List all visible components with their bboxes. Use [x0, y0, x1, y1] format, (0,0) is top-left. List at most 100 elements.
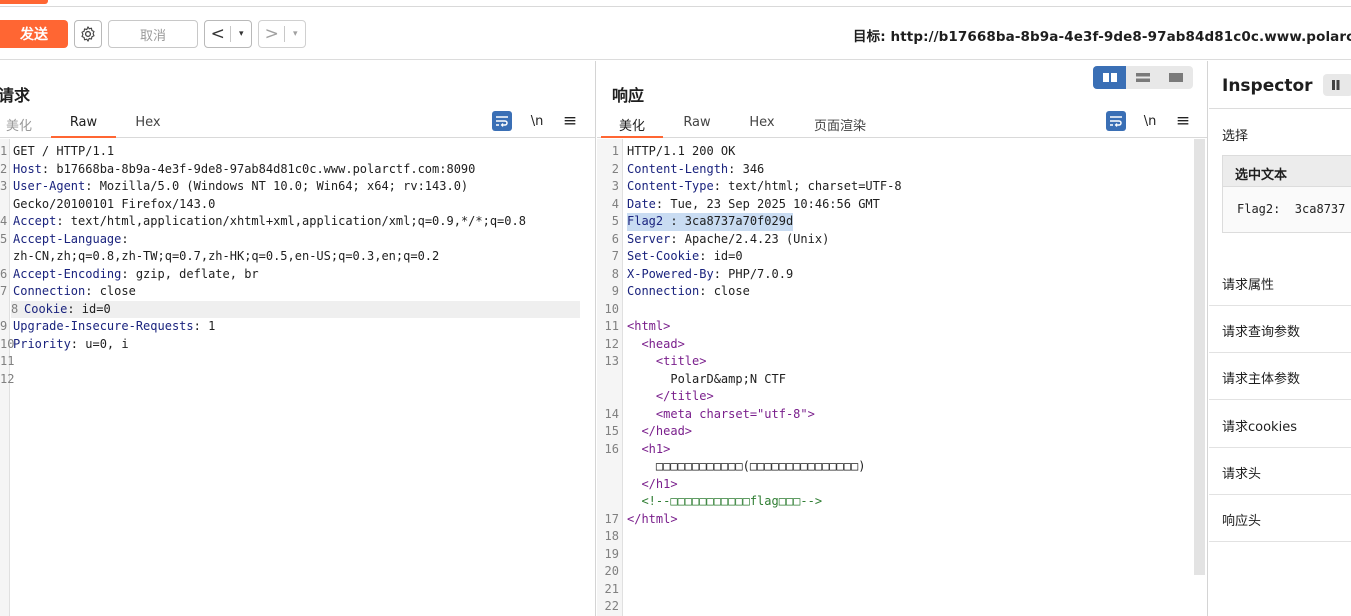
history-back-button[interactable]: < ▾ [204, 20, 252, 48]
code-line[interactable]: </h1> [597, 476, 1207, 494]
selected-text-box[interactable]: 选中文本 Flag2: 3ca8737 [1222, 155, 1351, 233]
header-value: : close [85, 284, 136, 298]
header-value: <head> [627, 336, 685, 351]
code-text: Host: b17668ba-8b9a-4e3f-9de8-97ab84d81c… [13, 161, 475, 179]
code-line[interactable]: □□□□□□□□□□□□(□□□□□□□□□□□□□□□) [597, 458, 1207, 476]
code-line[interactable]: 11 <html> [597, 318, 1207, 336]
code-line[interactable]: 3 Content-Type: text/html; charset=UTF-8 [597, 178, 1207, 196]
tab-raw[interactable]: Raw [675, 115, 719, 138]
header-name: Connection [13, 284, 86, 298]
show-newlines-button[interactable]: \n [527, 111, 547, 131]
split-view-button[interactable] [1093, 66, 1127, 89]
response-editor[interactable]: 1 HTTP/1.1 200 OK 2 Content-Length: 346 3 Con… [597, 139, 1207, 616]
inspector-row-request-headers[interactable]: 请求头 [1209, 448, 1351, 495]
single-view-button[interactable] [1160, 66, 1193, 89]
inspector-layout-button[interactable] [1323, 74, 1351, 96]
code-line[interactable]: 15 </head> [597, 423, 1207, 441]
request-pane: 请求 美化 Raw Hex \n ≡ 1 GET / HTTP/1.1 2 Host:… [0, 61, 596, 616]
code-line[interactable]: 5 Flag2 : 3ca8737a70f029d [597, 213, 1207, 231]
code-line[interactable]: 3 User-Agent: Mozilla/5.0 (Windows NT 10.… [0, 178, 595, 196]
code-line[interactable]: 5 Accept-Language: [0, 231, 595, 249]
code-line[interactable]: 2 Host: b17668ba-8b9a-4e3f-9de8-97ab84d81… [0, 161, 595, 179]
settings-button[interactable] [74, 20, 102, 48]
word-wrap-button[interactable] [1106, 111, 1126, 131]
menu-icon[interactable]: ≡ [1173, 111, 1193, 131]
line-number: 3 [0, 179, 8, 193]
code-line[interactable]: PolarD&amp;N CTF [597, 371, 1207, 389]
code-line[interactable]: zh-CN,zh;q=0.8,zh-TW;q=0.7,zh-HK;q=0.5,e… [0, 248, 595, 266]
tab-render[interactable]: 页面渲染 [805, 115, 875, 138]
code-line[interactable]: 20 [597, 563, 1207, 581]
code-line[interactable]: 12 [0, 371, 595, 389]
selected-text-value: Flag2: 3ca8737 [1237, 202, 1346, 216]
code-line[interactable]: 1 HTTP/1.1 200 OK [597, 143, 1207, 161]
cancel-button[interactable]: 取消 [108, 20, 198, 48]
tab-hex[interactable]: Hex [740, 115, 784, 138]
tab-hex[interactable]: Hex [124, 115, 172, 138]
code-line[interactable]: 10 Priority: u=0, i [0, 336, 595, 354]
rows-view-button[interactable] [1126, 66, 1159, 89]
line-number: 4 [0, 214, 8, 228]
code-line[interactable]: 2 Content-Length: 346 [597, 161, 1207, 179]
line-number: 2 [0, 161, 8, 176]
line-number: 19 [604, 546, 619, 561]
code-line[interactable]: 4 Date: Tue, 23 Sep 2025 10:46:56 GMT [597, 196, 1207, 214]
code-line[interactable]: 4 Accept: text/html,application/xhtml+xml… [0, 213, 595, 231]
inspector-row-cookies[interactable]: 请求cookies [1209, 401, 1351, 448]
code-line[interactable]: 8 X-Powered-By: PHP/7.0.9 [597, 266, 1207, 284]
code-line[interactable]: <!--□□□□□□□□□□□flag□□□--> [597, 493, 1207, 511]
header-name: Flag2 [627, 214, 664, 228]
code-line[interactable]: 11 [0, 353, 595, 371]
code-text: Server: Apache/2.4.23 (Unix) [627, 231, 829, 249]
code-line[interactable]: 1 GET / HTTP/1.1 [0, 143, 595, 161]
inspector-row-body-params[interactable]: 请求主体参数 [1209, 353, 1351, 400]
code-line[interactable]: 13 <title> [597, 353, 1207, 371]
target-url[interactable]: 目标: http://b17668ba-8b9a-4e3f-9de8-97ab8… [853, 25, 1351, 45]
request-title: 请求 [0, 86, 31, 105]
code-line[interactable]: 22 [597, 598, 1207, 616]
inspector-row-response-headers[interactable]: 响应头 [1209, 495, 1351, 542]
history-forward-button[interactable]: > ▾ [258, 20, 306, 48]
inspector-row-query-params[interactable]: 请求查询参数 [1209, 306, 1351, 353]
tab-pretty[interactable]: 美化 [601, 115, 663, 138]
header-name: Host [13, 161, 42, 176]
code-line[interactable]: </title> [597, 388, 1207, 406]
code-line[interactable]: 14 <meta charset="utf-8"> [597, 406, 1207, 424]
single-pane-icon [1169, 73, 1184, 82]
menu-icon[interactable]: ≡ [560, 111, 580, 131]
tab-pretty[interactable]: 美化 [0, 115, 38, 138]
header-name: X-Powered-By [627, 266, 714, 281]
code-line[interactable]: 12 <head> [597, 336, 1207, 354]
active-tab-indicator [0, 0, 48, 4]
layout-toggle[interactable] [1093, 66, 1193, 89]
request-editor[interactable]: 1 GET / HTTP/1.1 2 Host: b17668ba-8b9a-4e3f… [0, 139, 595, 616]
code-line[interactable]: 6 Server: Apache/2.4.23 (Unix) [597, 231, 1207, 249]
code-line[interactable]: Gecko/20100101 Firefox/143.0 [0, 196, 595, 214]
code-text: Accept: text/html,application/xhtml+xml,… [13, 213, 526, 231]
forward-arrow-icon: > [264, 24, 279, 44]
code-line[interactable]: 10 [597, 301, 1207, 319]
code-line[interactable]: 18 [597, 528, 1207, 546]
chevron-down-icon[interactable]: ▾ [285, 29, 305, 39]
header-value: </h1> [627, 476, 678, 491]
header-value: : u=0, i [70, 336, 129, 351]
code-line[interactable]: 19 [597, 546, 1207, 564]
header-value: <!--□□□□□□□□□□□flag□□□--> [627, 494, 823, 508]
code-line[interactable]: 8 Cookie: id=0 [11, 300, 580, 318]
code-line[interactable]: 21 [597, 581, 1207, 599]
header-value: : PHP/7.0.9 [713, 266, 794, 281]
code-line[interactable]: 7 Set-Cookie: id=0 [597, 248, 1207, 266]
send-button[interactable]: 发送 [0, 20, 68, 48]
line-number: 22 [604, 599, 619, 613]
show-newlines-button[interactable]: \n [1140, 111, 1160, 131]
code-line[interactable]: 9 Upgrade-Insecure-Requests: 1 [0, 318, 595, 336]
word-wrap-button[interactable] [492, 111, 512, 131]
code-line[interactable]: 7 Connection: close [0, 283, 595, 301]
code-line[interactable]: 9 Connection: close [597, 283, 1207, 301]
code-line[interactable]: 6 Accept-Encoding: gzip, deflate, br [0, 266, 595, 284]
tab-raw[interactable]: Raw [51, 115, 116, 138]
inspector-row-request-attributes[interactable]: 请求属性 [1209, 259, 1351, 306]
chevron-down-icon[interactable]: ▾ [231, 29, 251, 39]
code-line[interactable]: 16 <h1> [597, 441, 1207, 459]
code-line[interactable]: 17 </html> [597, 511, 1207, 529]
